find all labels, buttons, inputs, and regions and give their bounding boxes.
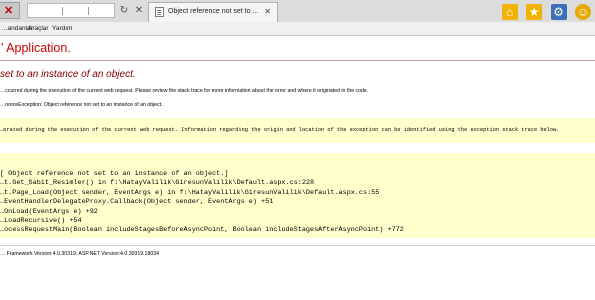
address-separator: [62, 7, 63, 15]
stack-trace-line: …LoadRecursive() +54: [0, 216, 82, 225]
source-error-text: …erated during the execution of the curr…: [0, 127, 560, 133]
browser-toolbar: ✕ ↻ ✕ Object reference not set to ... ✕ …: [0, 0, 595, 22]
exception-details: …renceException: Object reference not se…: [0, 102, 163, 108]
refresh-icon[interactable]: ↻: [116, 3, 132, 18]
smiley-icon[interactable]: ☺: [575, 4, 591, 20]
stack-trace-line: [ Object reference not set to an instanc…: [0, 170, 229, 178]
gear-icon[interactable]: ⚙: [550, 4, 567, 20]
source-error-box: …erated during the execution of the curr…: [0, 118, 595, 143]
version-info: … Framework Version:4.0.30319; ASP.NET V…: [0, 251, 159, 257]
stack-trace-box: [ Object reference not set to an instanc…: [0, 153, 595, 238]
home-icon[interactable]: ⌂: [501, 4, 518, 20]
tab-close-icon[interactable]: ✕: [264, 6, 271, 18]
page-title: ' Application.: [1, 41, 71, 55]
address-bar[interactable]: [27, 3, 115, 18]
toolbar-icons: ⌂ ★ ⚙ ☺: [498, 3, 591, 20]
error-icon: ✕: [0, 2, 20, 19]
stack-trace-line: …EventHandlerDelegateProxy.Callback(Obje…: [0, 198, 274, 207]
stop-icon[interactable]: ✕: [131, 3, 147, 18]
tab-active[interactable]: Object reference not set to ... ✕: [148, 2, 278, 22]
stack-trace-line: …ocessRequestMain(Boolean includeStagesB…: [0, 226, 404, 235]
stack-trace: [ Object reference not set to an instanc…: [0, 170, 404, 236]
menu-bar: …andanlar Araçlar Yardım: [0, 22, 595, 36]
favorites-star-icon[interactable]: ★: [526, 4, 543, 20]
menu-tools[interactable]: Araçlar: [28, 22, 49, 35]
error-description: …ccurred during the execution of the cur…: [0, 88, 369, 94]
tab-title: Object reference not set to ...: [168, 8, 259, 15]
stack-trace-line: …OnLoad(EventArgs e) +92: [0, 207, 98, 216]
error-heading: set to an instance of an object.: [0, 69, 136, 80]
stack-trace-line: …t.Page_Load(Object sender, EventArgs e)…: [0, 188, 380, 197]
menu-help[interactable]: Yardım: [52, 22, 72, 35]
address-separator: [88, 7, 89, 15]
title-divider: [0, 60, 595, 61]
page-icon: [155, 7, 164, 17]
footer-divider: [0, 245, 595, 246]
stack-trace-line: …t.Get_Sabit_Resimler() in f:\HatayValil…: [0, 179, 315, 188]
